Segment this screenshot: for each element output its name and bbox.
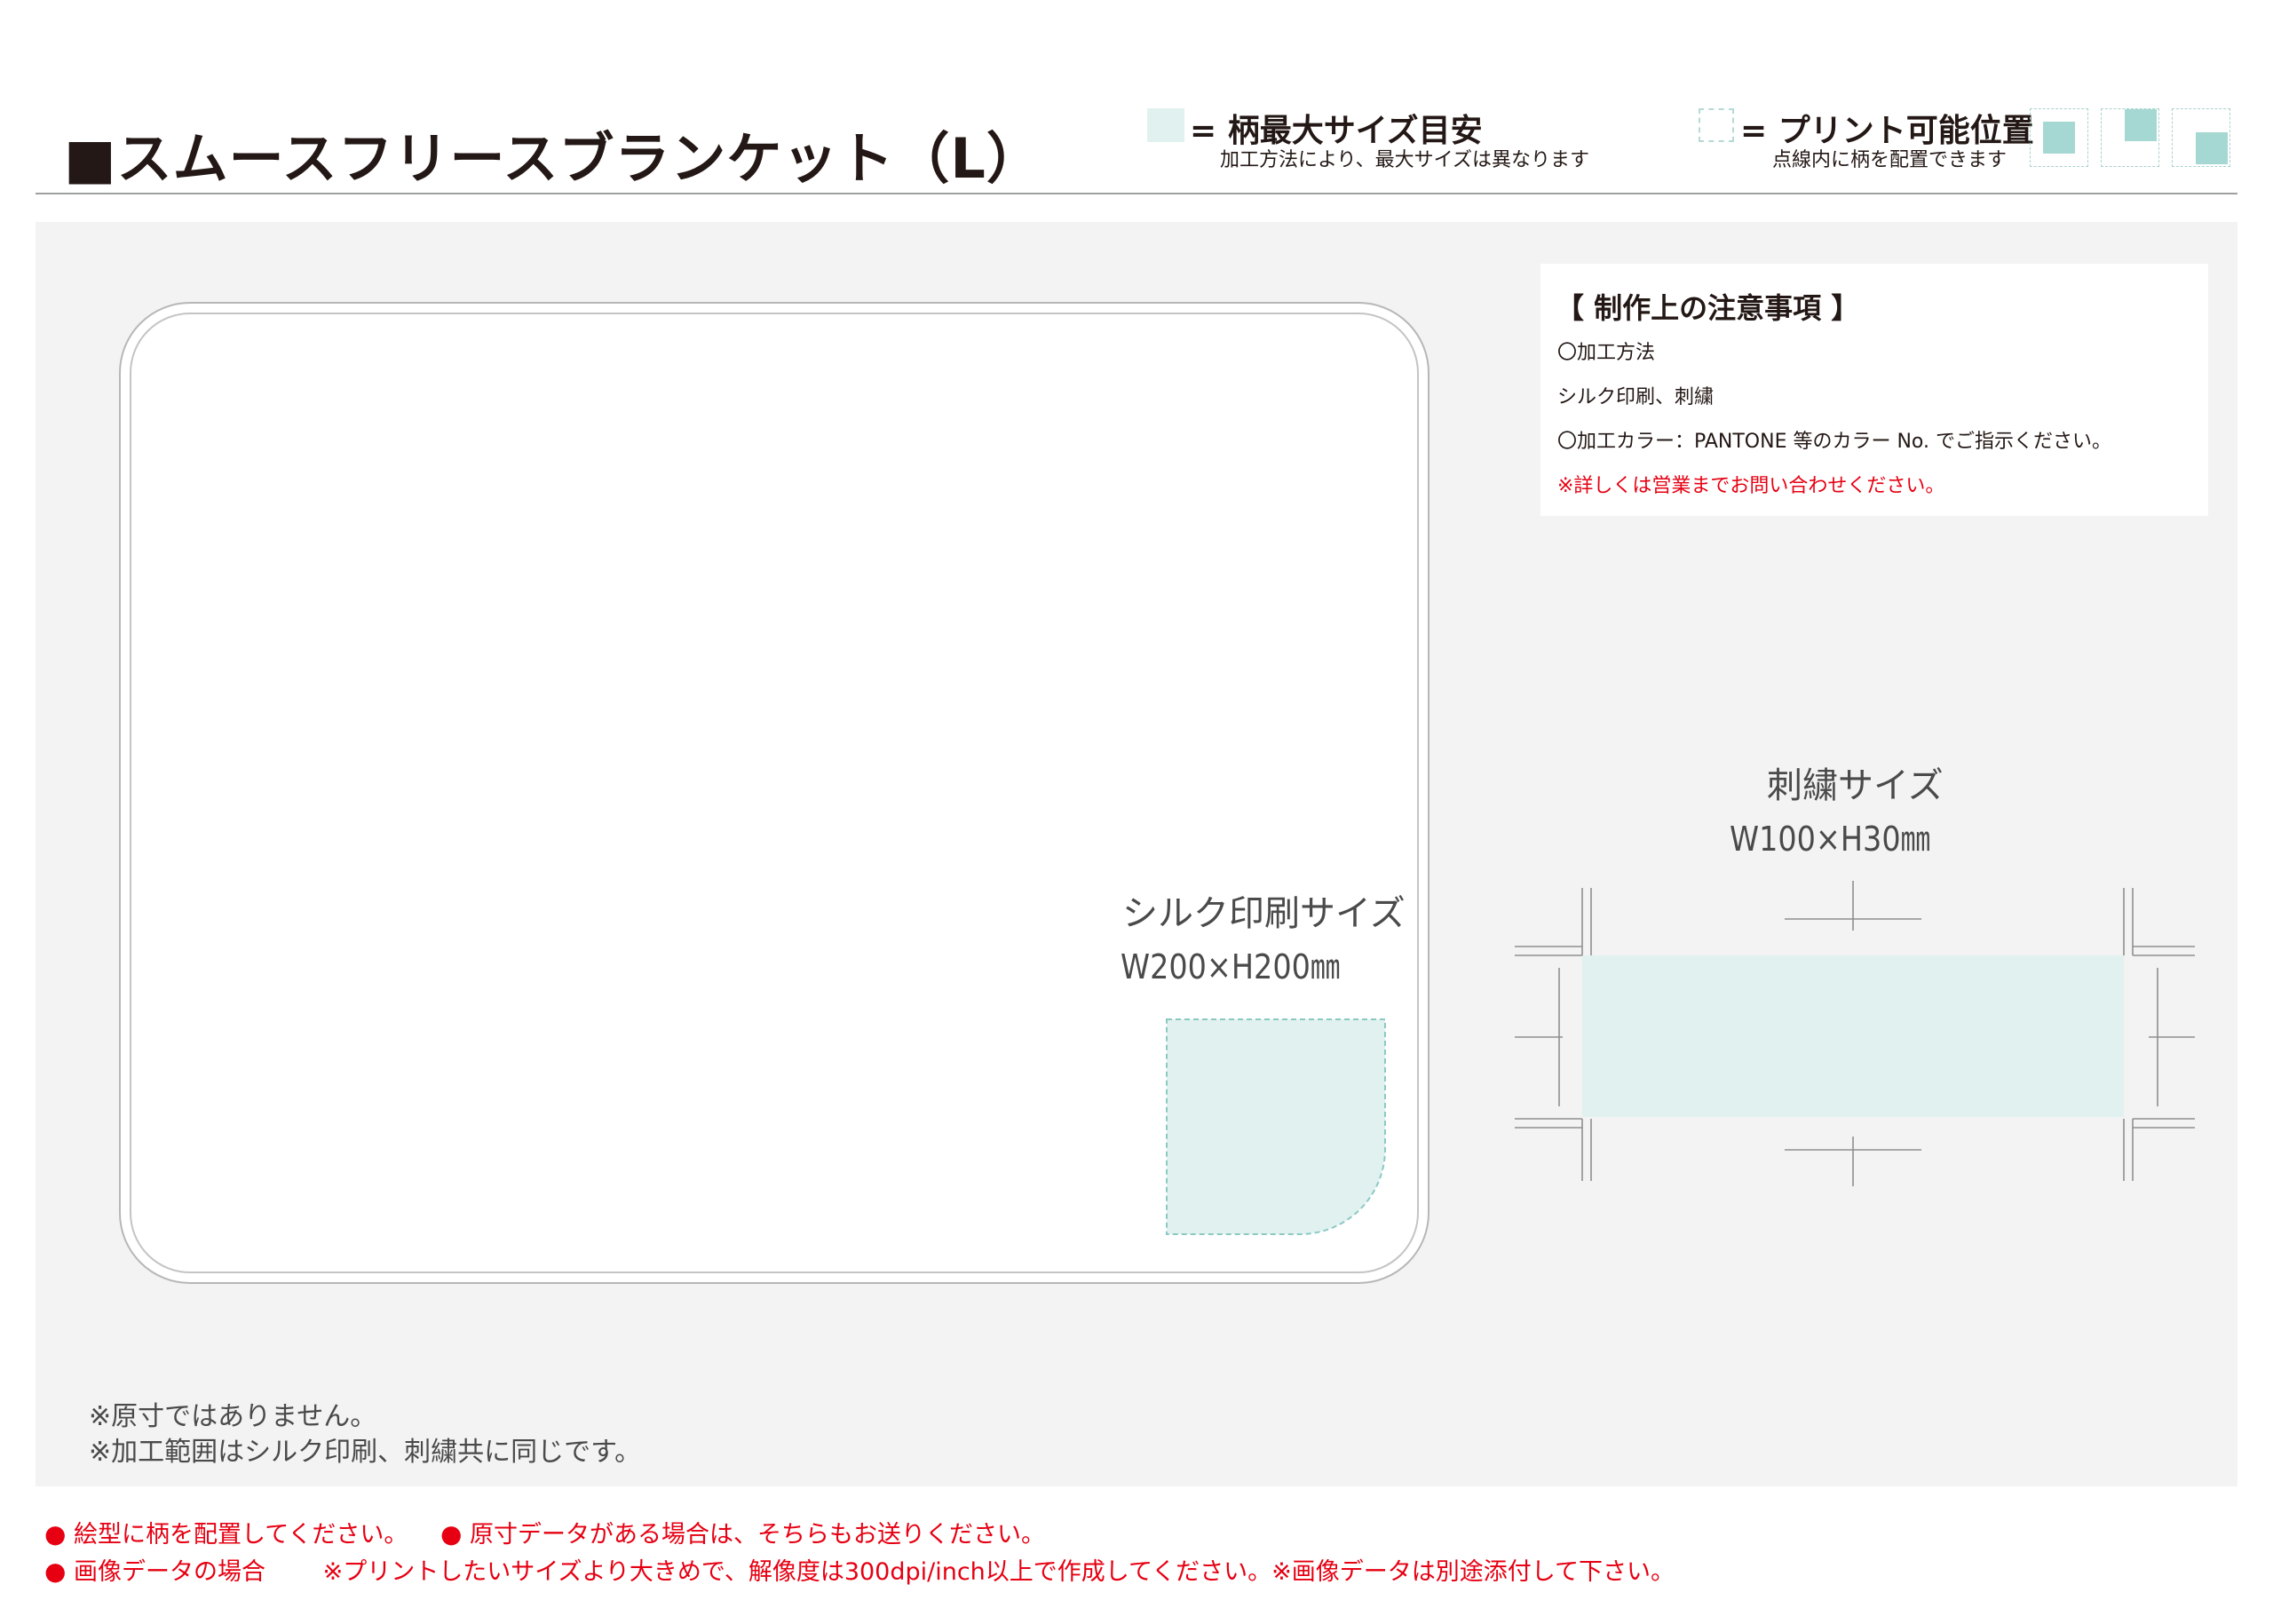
embroidery-label: 刺繍サイズ <box>1767 765 1944 806</box>
notice-line: 〇加工方法 <box>1557 342 1656 364</box>
center-position-icon <box>2030 108 2088 167</box>
footer-item-detail: ※プリントしたいサイズより大きめで、解像度は300dpi/inch以上で作成して… <box>322 1558 1675 1586</box>
top-right-position-icon <box>2101 108 2159 167</box>
silk-print-area <box>1166 1018 1386 1235</box>
notice-title: 【 制作上の注意事項 】 <box>1556 291 1860 325</box>
max-size-swatch-icon <box>1147 108 1184 142</box>
footer-line-2: ● 画像データの場合 ※プリントしたいサイズより大きめで、解像度は300dpi/… <box>44 1552 1675 1587</box>
silk-print-size: W200×H200㎜ <box>1121 947 1341 986</box>
note-not-actual-size: ※原寸ではありません。 <box>89 1401 377 1432</box>
max-size-legend-subtitle: 加工方法により、最大サイズは異なります <box>1220 149 1590 171</box>
note-processing-range: ※加工範囲はシルク印刷、刺繍共に同じです。 <box>89 1437 642 1468</box>
bottom-right-position-icon <box>2172 108 2230 167</box>
notice-warning: ※詳しくは営業までお問い合わせください。 <box>1557 475 1945 497</box>
footer-item: 絵型に柄を配置してください。 <box>74 1521 408 1549</box>
printable-legend-subtitle: 点線内に柄を配置できます <box>1772 149 2008 171</box>
bullet-icon: ● <box>440 1519 463 1549</box>
footer-item: 原寸データがある場合は、そちらもお送りください。 <box>470 1521 1046 1549</box>
footer-line-1: ● 絵型に柄を配置してください。 ● 原寸データがある場合は、そちらもお送りくだ… <box>44 1515 1045 1549</box>
bullet-icon: ● <box>44 1557 67 1586</box>
footer-item: 画像データの場合 <box>74 1558 266 1586</box>
crop-marks <box>1515 881 2195 1186</box>
silk-print-label: シルク印刷サイズ <box>1122 893 1406 934</box>
header-divider <box>36 193 2237 194</box>
bullet-icon: ● <box>44 1519 67 1549</box>
embroidery-size: W100×H30㎜ <box>1730 820 1931 859</box>
printable-area-swatch-icon <box>1699 108 1734 142</box>
notice-line: シルク印刷、刺繍 <box>1557 386 1715 408</box>
notice-line: 〇加工カラー：PANTONE 等のカラー No. でご指示ください。 <box>1557 431 2111 453</box>
page-title: ■スムースフリースブランケット（L） <box>64 126 1042 191</box>
